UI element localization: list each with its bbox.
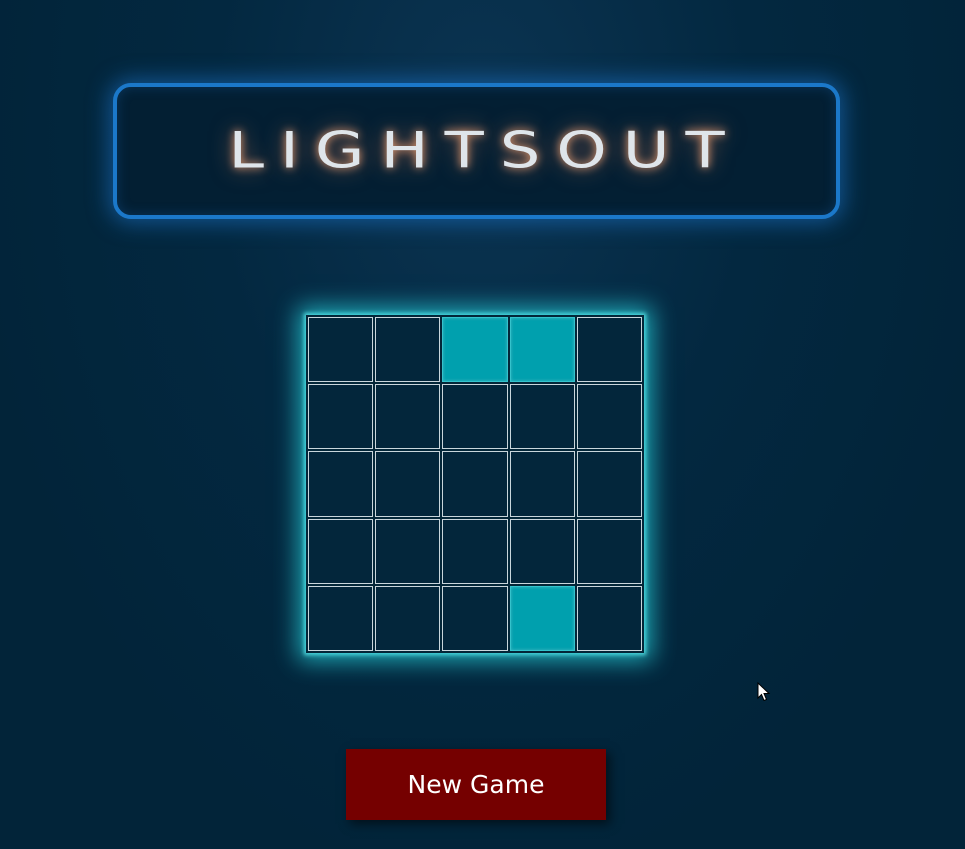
mouse-pointer-icon [757,682,771,702]
light-cell-r1-c2[interactable] [375,317,441,383]
new-game-button[interactable]: New Game [346,749,606,820]
light-cell-r3-c5[interactable] [576,451,642,517]
light-cell-r3-c2[interactable] [375,451,441,517]
light-cell-r2-c3[interactable] [442,384,508,450]
light-cell-r2-c4[interactable] [509,384,575,450]
light-cell-r5-c5[interactable] [576,585,642,651]
light-cell-r3-c4[interactable] [509,451,575,517]
light-cell-r4-c3[interactable] [442,518,508,584]
light-cell-r2-c2[interactable] [375,384,441,450]
light-cell-r3-c1[interactable] [308,451,374,517]
light-cell-r4-c4[interactable] [509,518,575,584]
game-title: LIGHTSOUT [228,122,741,180]
game-board [306,315,644,653]
light-cell-r2-c5[interactable] [576,384,642,450]
game-page: LIGHTSOUT New Game [0,0,965,849]
light-cell-r1-c3[interactable] [442,317,508,383]
light-cell-r5-c4[interactable] [509,585,575,651]
light-cell-r1-c4[interactable] [509,317,575,383]
light-cell-r5-c1[interactable] [308,585,374,651]
light-cell-r1-c1[interactable] [308,317,374,383]
light-cell-r2-c1[interactable] [308,384,374,450]
light-cell-r4-c5[interactable] [576,518,642,584]
light-cell-r5-c2[interactable] [375,585,441,651]
light-cell-r3-c3[interactable] [442,451,508,517]
light-cell-r4-c1[interactable] [308,518,374,584]
light-cell-r5-c3[interactable] [442,585,508,651]
light-cell-r4-c2[interactable] [375,518,441,584]
title-banner: LIGHTSOUT [113,83,840,219]
light-cell-r1-c5[interactable] [576,317,642,383]
